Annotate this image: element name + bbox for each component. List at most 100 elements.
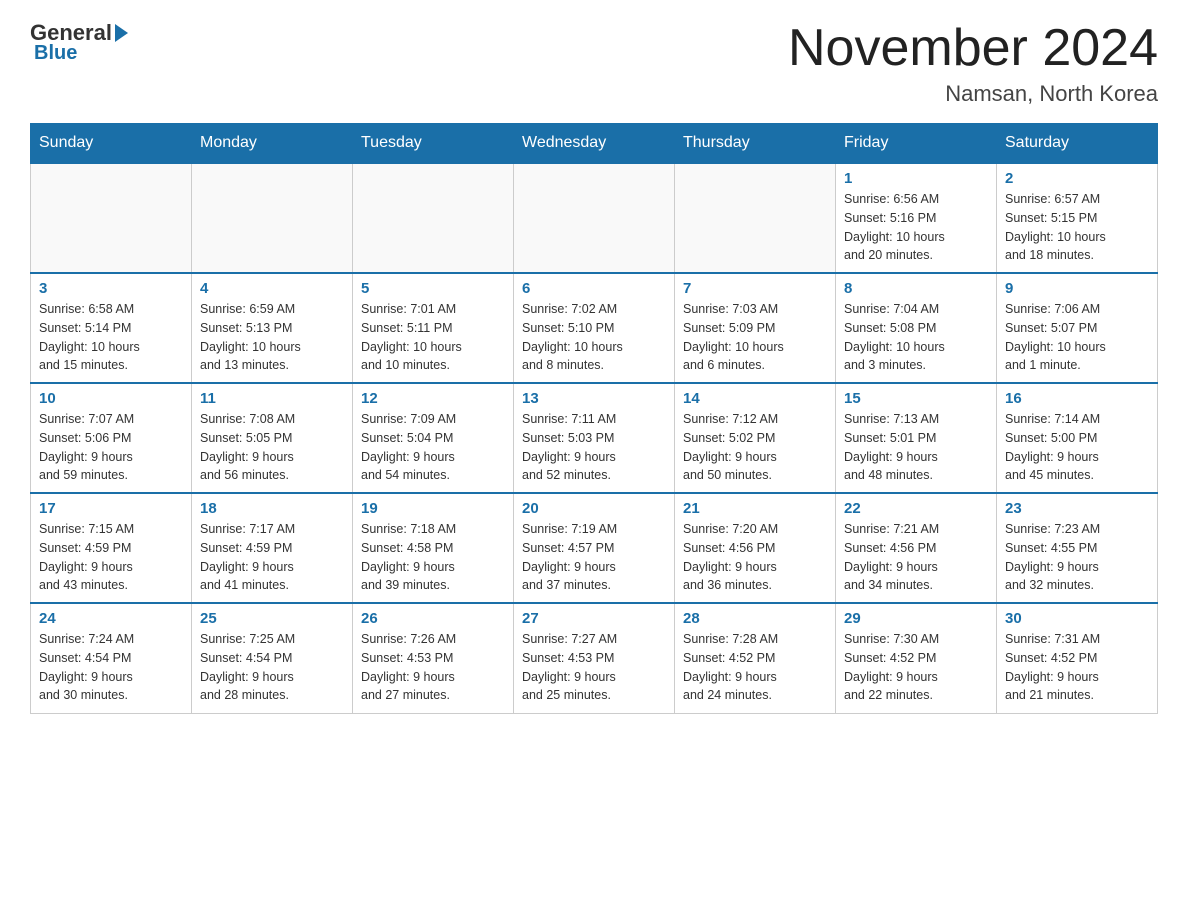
table-cell: 9Sunrise: 7:06 AM Sunset: 5:07 PM Daylig… [997,273,1158,383]
cell-day-info: Sunrise: 7:18 AM Sunset: 4:58 PM Dayligh… [361,520,505,595]
cell-day-number: 24 [39,610,183,627]
cell-day-number: 26 [361,610,505,627]
table-cell: 16 Sunrise: 7:14 AM Sunset: 5:00 PM Dayli… [997,383,1158,493]
cell-day-number: 16 [1005,390,1149,407]
week-row-3: 10 Sunrise: 7:07 AM Sunset: 5:06 PM Dayli… [31,383,1158,493]
logo-blue-text: Blue [34,42,77,64]
cell-day-info: Sunrise: 7:07 AM Sunset: 5:06 PM Dayligh… [39,410,183,485]
header-saturday: Saturday [997,124,1158,164]
cell-day-number: 25 [200,610,344,627]
header-thursday: Thursday [675,124,836,164]
table-cell [675,163,836,273]
table-cell [192,163,353,273]
cell-day-number: 6 [522,280,666,297]
header-tuesday: Tuesday [353,124,514,164]
cell-day-info: Sunrise: 7:21 AM Sunset: 4:56 PM Dayligh… [844,520,988,595]
table-cell: 19 Sunrise: 7:18 AM Sunset: 4:58 PM Dayli… [353,493,514,603]
logo: General Blue [30,20,128,65]
cell-day-number: 15 [844,390,988,407]
table-cell: 5 Sunrise: 7:01 AM Sunset: 5:11 PM Daylig… [353,273,514,383]
cell-day-info: Sunrise: 7:11 AM Sunset: 5:03 PM Dayligh… [522,410,666,485]
table-cell: 29 Sunrise: 7:30 AM Sunset: 4:52 PM Dayli… [836,603,997,713]
table-cell: 15 Sunrise: 7:13 AM Sunset: 5:01 PM Dayli… [836,383,997,493]
cell-day-number: 5 [361,280,505,297]
page-header: General Blue November 2024 Namsan, North… [30,20,1158,107]
cell-day-info: Sunrise: 7:28 AM Sunset: 4:52 PM Dayligh… [683,630,827,705]
table-cell: 11Sunrise: 7:08 AM Sunset: 5:05 PM Dayli… [192,383,353,493]
cell-day-info: Sunrise: 7:20 AM Sunset: 4:56 PM Dayligh… [683,520,827,595]
cell-day-number: 10 [39,390,183,407]
cell-day-info: Sunrise: 7:30 AM Sunset: 4:52 PM Dayligh… [844,630,988,705]
header-friday: Friday [836,124,997,164]
cell-day-info: Sunrise: 6:58 AM Sunset: 5:14 PM Dayligh… [39,300,183,375]
table-cell: 21 Sunrise: 7:20 AM Sunset: 4:56 PM Dayli… [675,493,836,603]
cell-day-number: 7 [683,280,827,297]
cell-day-number: 23 [1005,500,1149,517]
table-cell: 23 Sunrise: 7:23 AM Sunset: 4:55 PM Dayli… [997,493,1158,603]
cell-day-number: 2 [1005,170,1149,187]
cell-day-number: 12 [361,390,505,407]
title-area: November 2024 Namsan, North Korea [788,20,1158,107]
table-cell: 13 Sunrise: 7:11 AM Sunset: 5:03 PM Dayli… [514,383,675,493]
cell-day-number: 14 [683,390,827,407]
cell-day-info: Sunrise: 6:57 AM Sunset: 5:15 PM Dayligh… [1005,190,1149,265]
cell-day-number: 20 [522,500,666,517]
cell-day-info: Sunrise: 6:56 AM Sunset: 5:16 PM Dayligh… [844,190,988,265]
table-cell: 24Sunrise: 7:24 AM Sunset: 4:54 PM Dayli… [31,603,192,713]
cell-day-number: 17 [39,500,183,517]
table-cell: 7Sunrise: 7:03 AM Sunset: 5:09 PM Daylig… [675,273,836,383]
cell-day-number: 8 [844,280,988,297]
cell-day-number: 27 [522,610,666,627]
logo-triangle-icon [115,24,128,42]
table-cell: 25Sunrise: 7:25 AM Sunset: 4:54 PM Dayli… [192,603,353,713]
table-cell: 3 Sunrise: 6:58 AM Sunset: 5:14 PM Daylig… [31,273,192,383]
week-row-4: 17Sunrise: 7:15 AM Sunset: 4:59 PM Dayli… [31,493,1158,603]
cell-day-info: Sunrise: 7:31 AM Sunset: 4:52 PM Dayligh… [1005,630,1149,705]
cell-day-info: Sunrise: 7:01 AM Sunset: 5:11 PM Dayligh… [361,300,505,375]
table-cell: 12 Sunrise: 7:09 AM Sunset: 5:04 PM Dayli… [353,383,514,493]
page-title: November 2024 [788,20,1158,77]
cell-day-number: 19 [361,500,505,517]
week-row-1: 1Sunrise: 6:56 AM Sunset: 5:16 PM Daylig… [31,163,1158,273]
table-cell: 18 Sunrise: 7:17 AM Sunset: 4:59 PM Dayli… [192,493,353,603]
cell-day-info: Sunrise: 7:06 AM Sunset: 5:07 PM Dayligh… [1005,300,1149,375]
table-cell [353,163,514,273]
header-wednesday: Wednesday [514,124,675,164]
cell-day-number: 30 [1005,610,1149,627]
cell-day-info: Sunrise: 7:17 AM Sunset: 4:59 PM Dayligh… [200,520,344,595]
table-cell: 27Sunrise: 7:27 AM Sunset: 4:53 PM Dayli… [514,603,675,713]
cell-day-info: Sunrise: 7:02 AM Sunset: 5:10 PM Dayligh… [522,300,666,375]
calendar-table: Sunday Monday Tuesday Wednesday Thursday… [30,123,1158,714]
cell-day-number: 22 [844,500,988,517]
header-sunday: Sunday [31,124,192,164]
table-cell [514,163,675,273]
table-cell: 26Sunrise: 7:26 AM Sunset: 4:53 PM Dayli… [353,603,514,713]
cell-day-number: 4 [200,280,344,297]
cell-day-number: 21 [683,500,827,517]
table-cell: 30 Sunrise: 7:31 AM Sunset: 4:52 PM Dayli… [997,603,1158,713]
cell-day-number: 29 [844,610,988,627]
cell-day-number: 18 [200,500,344,517]
table-cell [31,163,192,273]
table-cell: 1Sunrise: 6:56 AM Sunset: 5:16 PM Daylig… [836,163,997,273]
cell-day-info: Sunrise: 7:14 AM Sunset: 5:00 PM Dayligh… [1005,410,1149,485]
table-cell: 8 Sunrise: 7:04 AM Sunset: 5:08 PM Daylig… [836,273,997,383]
table-cell: 2 Sunrise: 6:57 AM Sunset: 5:15 PM Daylig… [997,163,1158,273]
cell-day-number: 3 [39,280,183,297]
table-cell: 17Sunrise: 7:15 AM Sunset: 4:59 PM Dayli… [31,493,192,603]
cell-day-info: Sunrise: 6:59 AM Sunset: 5:13 PM Dayligh… [200,300,344,375]
cell-day-info: Sunrise: 7:23 AM Sunset: 4:55 PM Dayligh… [1005,520,1149,595]
table-cell: 14 Sunrise: 7:12 AM Sunset: 5:02 PM Dayli… [675,383,836,493]
page-subtitle: Namsan, North Korea [788,81,1158,107]
cell-day-number: 13 [522,390,666,407]
cell-day-number: 28 [683,610,827,627]
table-cell: 10 Sunrise: 7:07 AM Sunset: 5:06 PM Dayli… [31,383,192,493]
header-monday: Monday [192,124,353,164]
cell-day-info: Sunrise: 7:04 AM Sunset: 5:08 PM Dayligh… [844,300,988,375]
cell-day-info: Sunrise: 7:12 AM Sunset: 5:02 PM Dayligh… [683,410,827,485]
cell-day-info: Sunrise: 7:13 AM Sunset: 5:01 PM Dayligh… [844,410,988,485]
week-row-2: 3 Sunrise: 6:58 AM Sunset: 5:14 PM Daylig… [31,273,1158,383]
table-cell: 28 Sunrise: 7:28 AM Sunset: 4:52 PM Dayli… [675,603,836,713]
cell-day-info: Sunrise: 7:09 AM Sunset: 5:04 PM Dayligh… [361,410,505,485]
table-cell: 4 Sunrise: 6:59 AM Sunset: 5:13 PM Daylig… [192,273,353,383]
